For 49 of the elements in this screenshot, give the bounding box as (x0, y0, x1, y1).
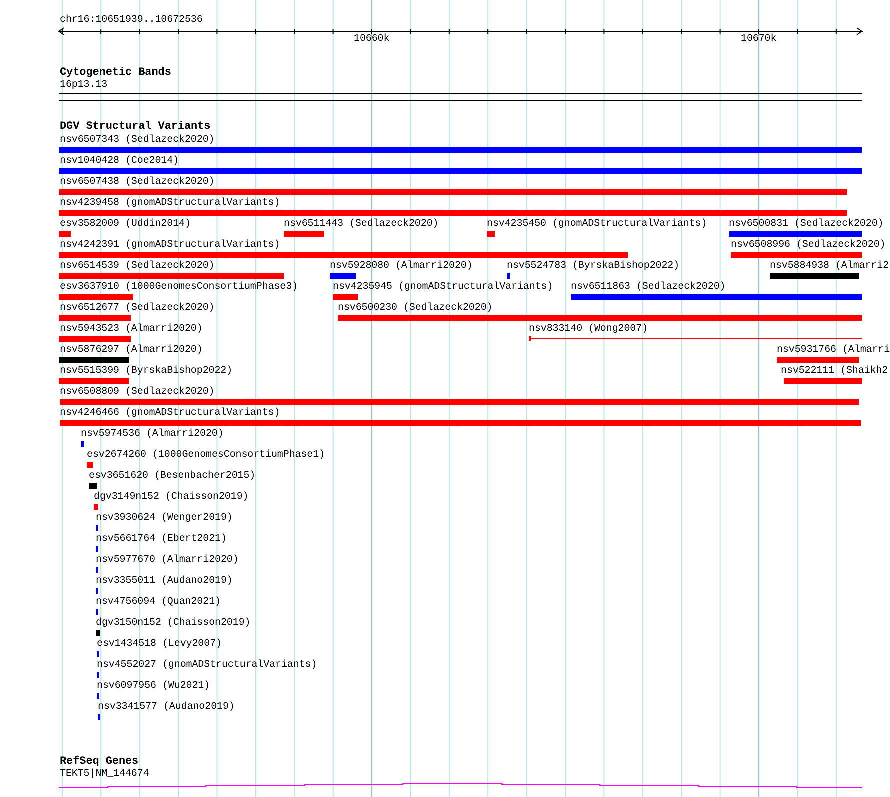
variant-label: nsv5943523 (Almarri2020) (60, 324, 203, 336)
variant-label: nsv6097956 (Wu2021) (97, 681, 210, 693)
variant-label: nsv6508996 (Sedlazeck2020) (731, 240, 886, 252)
variant-label: nsv6511443 (Sedlazeck2020) (284, 219, 439, 231)
variant-label: nsv6507343 (Sedlazeck2020) (60, 135, 215, 147)
variant-label: nsv6511863 (Sedlazeck2020) (571, 282, 726, 294)
location-label: chr16:10651939..10672536 (60, 15, 203, 27)
variant-label: nsv5931766 (Almarri (777, 345, 890, 357)
variant-label: nsv833140 (Wong2007) (529, 324, 648, 336)
variant-label: nsv3341577 (Audano2019) (98, 702, 235, 714)
variant-label: nsv5524783 (ByrskaBishop2022) (507, 261, 680, 273)
variant-label: nsv4756094 (Quan2021) (96, 597, 221, 609)
variant-label: dgv3150n152 (Chaisson2019) (96, 618, 251, 630)
ruler-tick-label: 10670k (741, 34, 777, 46)
track-title: RefSeq Genes (60, 756, 139, 768)
variant-label: nsv5928080 (Almarri2020) (330, 261, 473, 273)
variant-label: esv3651620 (Besenbacher2015) (89, 471, 256, 483)
track-title: Cytogenetic Bands (60, 67, 172, 79)
band-label: 16p13.13 (60, 80, 108, 92)
variant-label: nsv4242391 (gnomADStructuralVariants) (60, 240, 280, 252)
variant-label: nsv6507438 (Sedlazeck2020) (60, 177, 215, 189)
track-title: DGV Structural Variants (60, 121, 211, 133)
variant-label: nsv4239458 (gnomADStructuralVariants) (60, 198, 280, 210)
variant-label: nsv4246466 (gnomADStructuralVariants) (60, 408, 280, 420)
variant-label: nsv4235945 (gnomADStructuralVariants) (333, 282, 554, 294)
variant-label: dgv3149n152 (Chaisson2019) (94, 492, 249, 504)
variant-label: nsv6512677 (Sedlazeck2020) (60, 303, 215, 315)
variant-label: nsv5884938 (Almarri2 (770, 261, 890, 273)
variant-label: esv3582009 (Uddin2014) (60, 219, 191, 231)
variant-label: nsv5515399 (ByrskaBishop2022) (60, 366, 233, 378)
variant-label: nsv1040428 (Coe2014) (60, 156, 180, 168)
variant-label: nsv5661764 (Ebert2021) (96, 534, 227, 546)
variant-label: esv2674260 (1000GenomesConsortiumPhase1) (87, 450, 326, 462)
variant-label: nsv4552027 (gnomADStructuralVariants) (97, 660, 318, 672)
variant-label: nsv3930624 (Wenger2019) (96, 513, 233, 525)
variant-label: esv1434518 (Levy2007) (97, 639, 222, 651)
gene-label: TEKT5|NM_144674 (60, 769, 150, 781)
variant-label: nsv5876297 (Almarri2020) (60, 345, 203, 357)
variant-label: nsv6514539 (Sedlazeck2020) (60, 261, 215, 273)
variant-label: nsv6508809 (Sedlazeck2020) (60, 387, 215, 399)
variant-label: nsv522111 (Shaikh2 (781, 366, 888, 378)
variant-label: nsv5977670 (Almarri2020) (96, 555, 239, 567)
variant-label: nsv6500831 (Sedlazeck2020) (729, 219, 884, 231)
ruler-tick-label: 10660k (354, 34, 390, 46)
variant-label: nsv6500230 (Sedlazeck2020) (338, 303, 493, 315)
variant-label: nsv3355011 (Audano2019) (96, 576, 233, 588)
variant-label: nsv5974536 (Almarri2020) (81, 429, 224, 441)
variant-label: nsv4235450 (gnomADStructuralVariants) (487, 219, 708, 231)
variant-label: esv3637910 (1000GenomesConsortiumPhase3) (60, 282, 298, 294)
